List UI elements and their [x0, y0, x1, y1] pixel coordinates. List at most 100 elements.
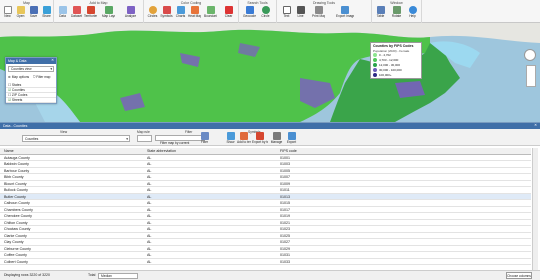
checkbox-icon[interactable]: ☐ — [8, 83, 11, 87]
ribbon-group-title: Search Tools — [247, 1, 268, 5]
view-dropdown[interactable]: Counties ▾ — [22, 135, 130, 142]
heat-map-icon — [190, 6, 199, 14]
high-population-cluster — [395, 81, 425, 98]
analyze-button[interactable]: Analyze — [124, 6, 137, 22]
filter-icon — [200, 132, 209, 140]
checkbox-icon[interactable]: ☐ — [8, 93, 11, 97]
ribbon-group-title: Add to Map — [89, 1, 108, 5]
filter-button[interactable]: Filter — [198, 132, 211, 148]
territories-icon — [86, 6, 95, 14]
table-scrollbar[interactable] — [532, 148, 538, 270]
options-icon: ⚙ — [8, 75, 11, 79]
map-options-button[interactable]: ⚙ Map options — [8, 74, 29, 80]
filter-map-by-current[interactable]: Filter map by current — [160, 141, 189, 145]
manage-button[interactable]: Manage — [270, 132, 283, 148]
heat-map-button[interactable]: Heat Map — [188, 6, 201, 22]
layer-item-label: ZIP Codes — [11, 93, 28, 97]
zoom-control[interactable] — [526, 65, 536, 87]
new-button[interactable]: New — [1, 6, 14, 22]
print-map-button[interactable]: Print Map — [312, 6, 325, 22]
map-rule-toggle[interactable] — [137, 135, 152, 142]
clear-button[interactable]: Clear — [222, 6, 235, 22]
filter-map-label: Filter map — [36, 75, 51, 79]
folder-icon — [16, 6, 25, 14]
view-select[interactable]: Counties view ▾ — [8, 66, 54, 72]
legend-swatch — [373, 68, 377, 73]
export-icon — [287, 132, 296, 140]
dataset-button[interactable]: Dataset — [70, 6, 83, 22]
data-button[interactable]: Data — [56, 6, 69, 22]
rotate-icon — [392, 6, 401, 14]
heat-map-button-label: Heat Map — [188, 14, 201, 18]
circle-button[interactable]: Circle — [259, 6, 272, 22]
new-doc-icon — [3, 6, 12, 14]
show-button[interactable]: Show — [224, 132, 237, 148]
map-navigation-control[interactable] — [524, 49, 536, 61]
export-image-button[interactable]: Export Image — [336, 6, 354, 22]
symbols-button[interactable]: Symbols — [160, 6, 173, 22]
boundaries-button[interactable]: Boundaries — [204, 6, 217, 22]
circles-icon — [148, 6, 157, 14]
boundaries-button-label: Boundaries — [204, 14, 217, 18]
row-count-text: Displaying rows 3220 of 3220 — [4, 273, 50, 277]
chevron-down-icon: ▾ — [126, 137, 128, 141]
analyze-icon — [126, 6, 135, 14]
share-button[interactable]: Share — [40, 6, 53, 22]
territories-button-label: Territories — [84, 14, 97, 18]
close-icon[interactable]: ✕ — [534, 123, 537, 127]
circles-button[interactable]: Circles — [146, 6, 159, 22]
map-canvas[interactable] — [0, 23, 540, 122]
dataset-button-label: Dataset — [71, 14, 82, 18]
checkbox-checked-icon[interactable]: ☑ — [8, 98, 11, 102]
territories-button[interactable]: Territories — [84, 6, 97, 22]
save-button[interactable]: Save — [27, 6, 40, 22]
map-layers-panel-title: Map & Data — [8, 59, 27, 63]
ribbon-toolbar: Map Add to Map Color Coding Search Tools… — [0, 0, 540, 23]
close-icon[interactable]: ✕ — [51, 58, 54, 62]
add-to-territory-label: Add to territory — [237, 140, 251, 144]
layer-item-streets[interactable]: ☑ Streets — [6, 98, 56, 103]
ribbon-group-title: Color Coding — [180, 1, 202, 5]
rotate-button[interactable]: Rotate — [390, 6, 403, 22]
help-button[interactable]: Help — [406, 6, 419, 22]
geocode-button-label: Geocode — [243, 14, 256, 18]
view-dropdown-value: Counties — [25, 137, 39, 141]
legend-entry-label: 100,000+ — [379, 73, 392, 77]
export-button[interactable]: Export — [285, 132, 298, 148]
share-button-label: Share — [42, 14, 51, 18]
layers-actions: ⚙ Map options ⛉ Filter map — [8, 74, 54, 80]
line-icon — [296, 6, 305, 14]
ribbon-group-title: Drawing Tools — [313, 1, 335, 5]
total-select-value: Median — [101, 273, 112, 278]
export-image-button-label: Export Image — [336, 14, 354, 18]
help-button-label: Help — [409, 14, 416, 18]
line-button-label: Line — [297, 14, 304, 18]
open-button[interactable]: Open — [14, 6, 27, 22]
total-label: Total — [88, 273, 96, 277]
charts-button[interactable]: Charts — [174, 6, 187, 22]
clear-icon — [224, 6, 233, 14]
symbols-button-label: Symbols — [160, 14, 173, 18]
data-panel-title: Data - Counties — [3, 124, 28, 128]
choose-columns-button[interactable]: Choose columns — [506, 272, 532, 279]
checkbox-checked-icon[interactable]: ☑ — [8, 88, 11, 92]
layer-item-label: Streets — [11, 98, 23, 102]
export-by-territory-button[interactable]: Export by territory — [252, 132, 268, 148]
show-button-label: Show — [226, 140, 235, 144]
table-row[interactable]: Colbert County AL 01033 — [0, 259, 531, 265]
text-button-label: Text — [283, 14, 290, 18]
cell-name: Colbert County — [4, 259, 28, 264]
export-image-icon — [341, 6, 349, 14]
legend-entry-label: 12,000 - 30,000 — [379, 63, 401, 67]
text-button[interactable]: Text — [280, 6, 293, 22]
analyze-button-label: Analyze — [124, 14, 137, 18]
table-button[interactable]: Table — [374, 6, 387, 22]
filter-map-button[interactable]: ⛉ Filter map — [33, 74, 50, 80]
layer-item-label: States — [11, 83, 22, 87]
line-button[interactable]: Line — [294, 6, 307, 22]
geocode-button[interactable]: Geocode — [243, 6, 256, 22]
total-select[interactable]: Median — [98, 272, 138, 279]
add-to-territory-button[interactable]: Add to territory — [237, 132, 251, 148]
map-layers-button[interactable]: Map Layers — [102, 6, 115, 22]
data-table: Name State abbreviation FIPS code Autaug… — [0, 148, 531, 265]
